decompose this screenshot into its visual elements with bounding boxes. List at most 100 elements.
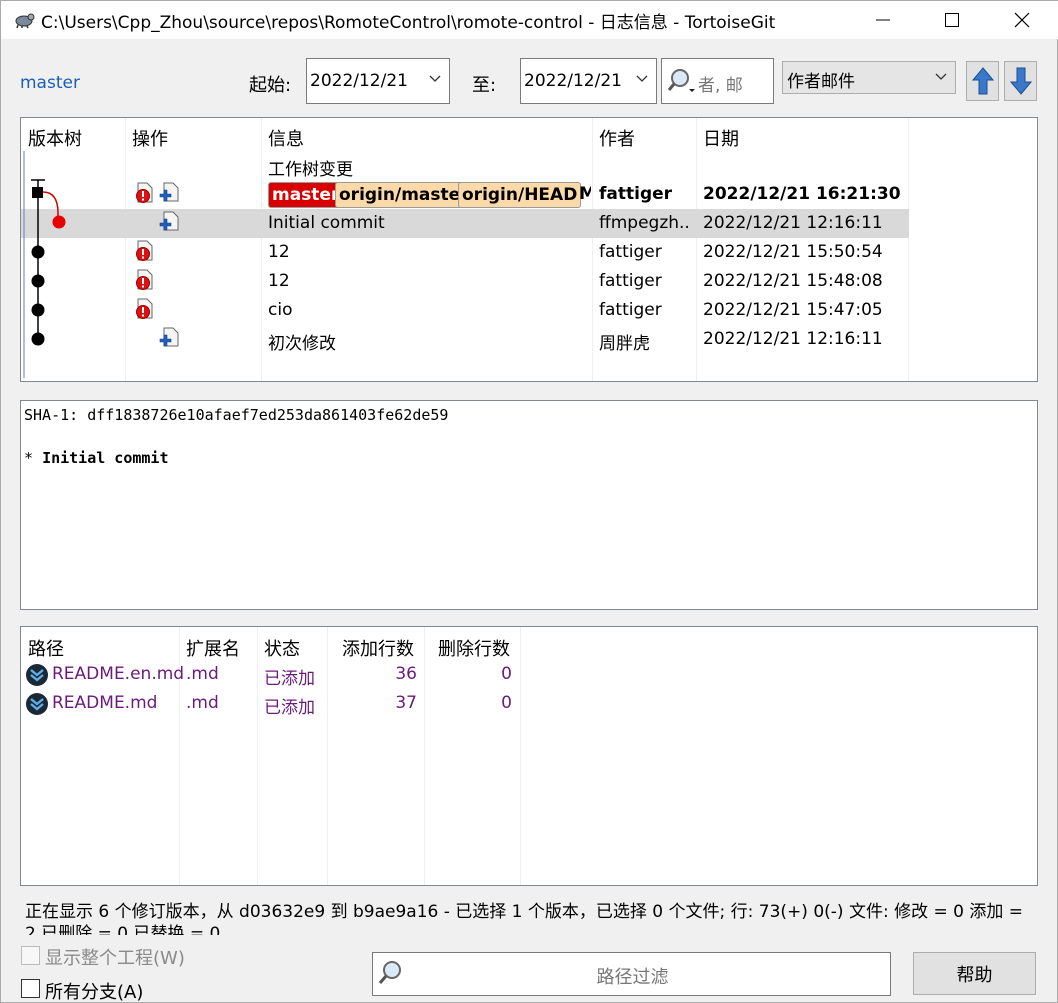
filter-field-value: 作者邮件 <box>787 72 855 92</box>
file-ext: .md <box>186 693 219 713</box>
col-header-message[interactable]: 信息 <box>268 125 304 151</box>
chevron-down-icon <box>935 73 947 80</box>
log-author: ffmpegzh... <box>599 213 691 233</box>
search-input[interactable]: 者, 邮 <box>661 58 774 104</box>
modified-icon <box>136 182 153 203</box>
maximize-icon <box>945 13 959 27</box>
from-label: 起始: <box>249 75 292 96</box>
tortoise-icon <box>15 13 35 29</box>
col-header-status[interactable]: 状态 <box>264 635 300 661</box>
to-date-picker[interactable]: 2022/12/21 <box>520 58 657 104</box>
log-row-selected[interactable]: Initial commit ffmpegzh... 2022/12/21 12… <box>21 209 909 238</box>
changed-files-list[interactable]: 路径 扩展名 状态 添加行数 删除行数 README.en.md .md 已添加… <box>20 626 1038 886</box>
log-author: fattiger <box>599 184 673 204</box>
log-message: 12 <box>268 242 290 262</box>
file-lines-deleted: 0 <box>501 664 512 684</box>
working-tree-label: 工作树变更 <box>268 160 353 180</box>
show-whole-project-checkbox[interactable] <box>21 946 40 965</box>
message-body-line: * Initial commit <box>24 449 169 467</box>
log-row[interactable]: 初次修改 周胖虎 2022/12/21 12:16:11 <box>21 325 909 354</box>
log-date: 2022/12/21 12:16:11 <box>703 213 883 233</box>
log-row[interactable]: master origin/master origin/HEAD M fatti… <box>21 180 909 209</box>
from-date-picker[interactable]: 2022/12/21 <box>306 58 450 104</box>
file-path: README.en.md <box>52 664 185 684</box>
col-header-lines-added[interactable]: 添加行数 <box>342 635 414 661</box>
ref-tag-origin-head[interactable]: origin/HEAD <box>458 182 582 208</box>
revision-list[interactable]: 版本树 操作 信息 作者 日期 工作树变更 master origin/mast… <box>20 117 1038 382</box>
from-date-value: 2022/12/21 <box>310 71 408 91</box>
log-date: 2022/12/21 15:48:08 <box>703 271 883 291</box>
log-author: 周胖虎 <box>599 334 650 354</box>
window-title: C:\Users\Cpp_Zhou\source\repos\RomoteCon… <box>41 13 776 33</box>
file-lines-added: 36 <box>395 664 417 684</box>
message-body: Initial commit <box>42 449 169 467</box>
filter-field-select[interactable]: 作者邮件 <box>782 61 956 94</box>
move-down-button[interactable] <box>1004 61 1037 101</box>
log-message: cio <box>268 300 293 320</box>
working-tree-row[interactable]: 工作树变更 <box>21 151 909 180</box>
log-date: 2022/12/21 15:50:54 <box>703 242 883 262</box>
help-button[interactable]: 帮助 <box>913 952 1036 995</box>
file-row[interactable]: README.md .md 已添加 37 0 <box>21 689 1037 718</box>
to-label: 至: <box>472 75 497 96</box>
graph-node <box>52 215 66 229</box>
close-icon <box>1014 12 1030 28</box>
close-button[interactable] <box>998 1 1046 39</box>
modified-icon <box>136 269 153 290</box>
minimize-button[interactable] <box>859 1 907 39</box>
added-icon <box>159 211 179 231</box>
move-up-button[interactable] <box>966 61 999 101</box>
sha-line: SHA-1: dff1838726e10afaef7ed253da861403f… <box>24 406 449 424</box>
file-ext: .md <box>186 664 219 684</box>
modified-icon <box>136 298 153 319</box>
col-header-ext[interactable]: 扩展名 <box>186 635 240 661</box>
log-message: Initial commit <box>268 213 385 233</box>
file-lines-added: 37 <box>395 693 417 713</box>
graph-node <box>31 274 45 288</box>
ref-tag-master[interactable]: master <box>268 182 344 208</box>
file-added-icon <box>26 693 48 715</box>
commit-message-pane[interactable]: SHA-1: dff1838726e10afaef7ed253da861403f… <box>20 400 1038 610</box>
all-branches-label: 所有分支(A) <box>45 982 144 1003</box>
all-branches-checkbox[interactable] <box>21 979 40 998</box>
log-row[interactable]: cio fattiger 2022/12/21 15:47:05 <box>21 296 909 325</box>
search-icon <box>667 69 695 92</box>
log-message: 12 <box>268 271 290 291</box>
log-row[interactable]: 12 fattiger 2022/12/21 15:50:54 <box>21 238 909 267</box>
arrow-up-icon <box>971 67 994 95</box>
log-row[interactable]: 12 fattiger 2022/12/21 15:48:08 <box>21 267 909 296</box>
col-header-author[interactable]: 作者 <box>599 125 635 151</box>
maximize-button[interactable] <box>928 1 976 39</box>
title-bar: C:\Users\Cpp_Zhou\source\repos\RomoteCon… <box>1 1 1058 39</box>
graph-node-head <box>32 187 43 198</box>
graph-node <box>31 332 45 346</box>
path-filter-placeholder: 路径过滤 <box>596 967 669 988</box>
file-status: 已添加 <box>264 669 315 689</box>
path-filter-input[interactable]: 路径过滤 <box>372 952 891 996</box>
branch-link[interactable]: master <box>20 73 80 93</box>
ref-tag-origin-master[interactable]: origin/master <box>335 182 473 208</box>
file-added-icon <box>26 664 48 686</box>
col-header-path[interactable]: 路径 <box>28 635 64 661</box>
minimize-icon <box>876 19 890 21</box>
col-header-actions[interactable]: 操作 <box>132 125 168 151</box>
log-author: fattiger <box>599 300 662 320</box>
log-date: 2022/12/21 15:47:05 <box>703 300 883 320</box>
ref-tag-overflow: M <box>579 184 591 204</box>
file-status: 已添加 <box>264 698 315 718</box>
col-header-date[interactable]: 日期 <box>703 125 739 151</box>
log-window: C:\Users\Cpp_Zhou\source\repos\RomoteCon… <box>0 0 1058 1003</box>
graph-node <box>31 245 45 259</box>
search-placeholder: 者, 邮 <box>698 76 743 96</box>
modified-icon <box>136 240 153 261</box>
added-icon <box>159 182 179 202</box>
log-message: 初次修改 <box>268 334 336 354</box>
file-path: README.md <box>52 693 158 713</box>
log-date: 2022/12/21 16:21:30 <box>703 184 901 204</box>
show-whole-project-label: 显示整个工程(W) <box>45 948 185 969</box>
status-text: 正在显示 6 个修订版本，从 d03632e9 到 b9ae9a16 - 已选择… <box>25 902 1023 935</box>
revision-graph <box>23 151 66 378</box>
chevron-down-icon <box>429 75 441 82</box>
col-header-lines-deleted[interactable]: 删除行数 <box>438 635 510 661</box>
file-row[interactable]: README.en.md .md 已添加 36 0 <box>21 660 1037 689</box>
